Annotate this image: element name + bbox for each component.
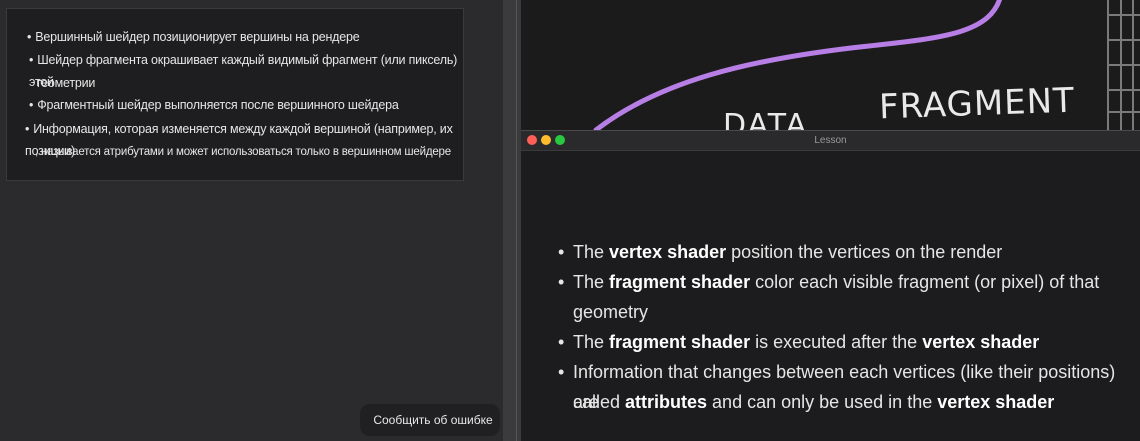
video-frame: DATA FRAGMENT <box>521 0 1140 130</box>
bullet-dot: • <box>558 362 565 382</box>
translation-pane: • Вершинный шейдер позиционирует вершины … <box>0 0 503 441</box>
lesson-bullet: • The vertex shader position the vertice… <box>558 237 1002 267</box>
bullet-dot: • <box>558 272 565 292</box>
bullet-dot: • <box>558 332 565 352</box>
report-error-button[interactable]: Сообщить об ошибке <box>360 404 500 436</box>
translation-item-continuation: геометрии <box>37 76 96 90</box>
translation-item-continuation: , называется атрибутами и может использо… <box>35 146 451 158</box>
grid-decor-lines <box>1107 0 1140 130</box>
lesson-bullet: • The fragment shader is executed after … <box>558 327 1039 357</box>
lesson-window: Lesson • The vertex shader position the … <box>521 130 1140 441</box>
handwriting-data: DATA <box>723 108 809 130</box>
bullet-dot: • <box>558 242 565 262</box>
translation-item: • Вершинный шейдер позиционирует вершины … <box>27 30 360 44</box>
lesson-bullet-continuation: called attributes and can only be used i… <box>573 392 1055 412</box>
report-error-label: Сообщить об ошибке <box>373 413 493 427</box>
translation-card: • Вершинный шейдер позиционирует вершины … <box>6 8 464 181</box>
pane-divider[interactable] <box>503 0 521 441</box>
handwriting-fragment: FRAGMENT <box>878 80 1076 128</box>
lesson-bullet-continuation: geometry <box>573 302 649 322</box>
window-titlebar[interactable]: Lesson <box>521 131 1140 151</box>
window-title: Lesson <box>814 135 847 146</box>
lesson-bullet: • The fragment shader color each visible… <box>558 267 1099 297</box>
divider-line <box>516 0 517 441</box>
translation-item: • Фрагментный шейдер выполняется после ве… <box>29 98 399 112</box>
